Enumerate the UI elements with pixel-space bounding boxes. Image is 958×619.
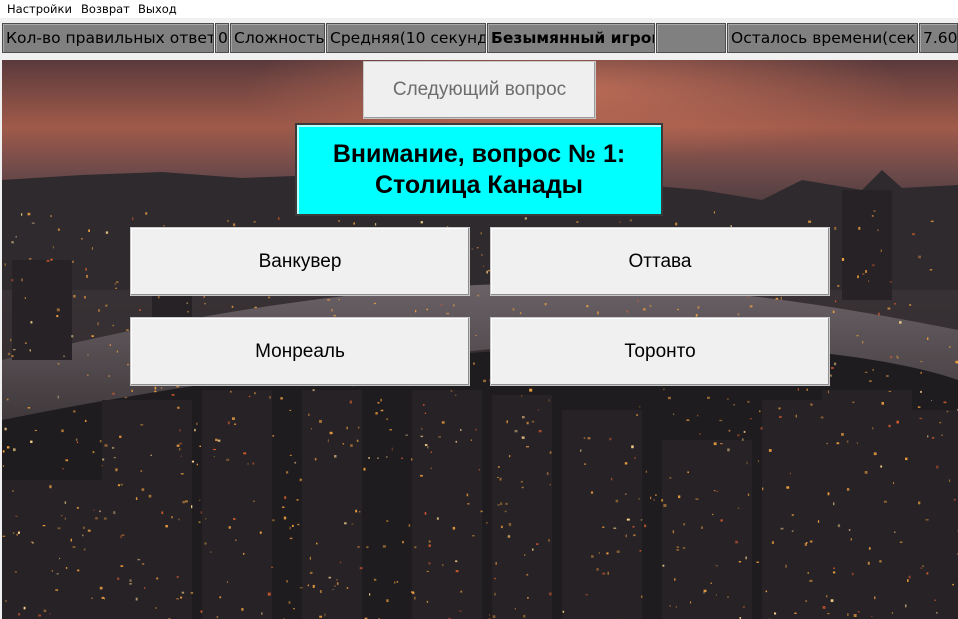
time-left-value: 7.60 — [919, 23, 958, 53]
answer-button-2[interactable]: Оттава — [490, 227, 830, 296]
difficulty-label: Сложность: — [230, 23, 325, 53]
status-spacer — [656, 23, 726, 53]
correct-answers-label: Кол-во правильных ответов: — [2, 23, 214, 53]
question-number: Внимание, вопрос № 1: — [332, 139, 626, 168]
menu-bar: Настройки Возврат Выход — [0, 0, 958, 18]
status-bar: Кол-во правильных ответов: 0 Сложность: … — [0, 18, 958, 60]
answer-button-1[interactable]: Ванкувер — [130, 227, 470, 296]
correct-answers-value: 0 — [215, 23, 229, 53]
player-name: Безымянный игрок — [487, 23, 655, 53]
question-box: Внимание, вопрос № 1: Столица Канады — [295, 123, 663, 216]
answer-button-4[interactable]: Торонто — [490, 317, 830, 386]
game-area: Следующий вопрос Внимание, вопрос № 1: С… — [2, 60, 958, 619]
answer-button-3[interactable]: Монреаль — [130, 317, 470, 386]
difficulty-value: Средняя(10 секунд) — [326, 23, 486, 53]
time-left-label: Осталось времени(сек): — [727, 23, 918, 53]
question-text: Столица Канады — [374, 170, 584, 199]
next-question-button[interactable]: Следующий вопрос — [363, 61, 596, 119]
menu-exit[interactable]: Выход — [138, 2, 177, 16]
menu-back[interactable]: Возврат — [81, 2, 130, 16]
menu-settings[interactable]: Настройки — [7, 2, 72, 16]
